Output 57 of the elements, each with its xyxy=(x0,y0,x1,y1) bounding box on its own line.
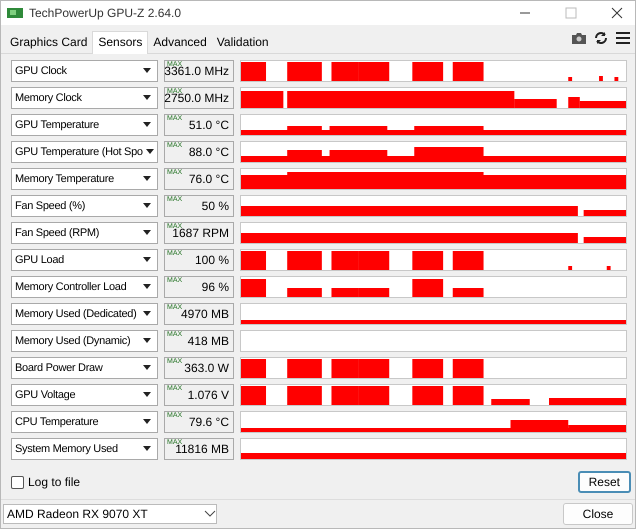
sensor-value: 96 % xyxy=(202,280,229,294)
checkbox-label: Log to file xyxy=(28,475,80,489)
dropdown-arrow-icon xyxy=(140,121,154,129)
sensor-dropdown[interactable]: Memory Clock xyxy=(11,87,158,109)
dropdown-arrow-icon xyxy=(140,229,154,237)
sensor-dropdown[interactable]: GPU Load xyxy=(11,249,158,271)
sensor-dropdown[interactable]: CPU Temperature xyxy=(11,411,158,433)
sensor-dropdown[interactable]: Memory Used (Dynamic) xyxy=(11,330,158,352)
maximize-icon xyxy=(565,7,577,19)
tab[interactable]: Graphics Card xyxy=(5,31,92,53)
menu-icon[interactable] xyxy=(615,31,631,45)
close-icon[interactable] xyxy=(611,7,623,19)
chevron-icon xyxy=(204,510,216,518)
sensor-value: 1.076 V xyxy=(188,388,229,402)
sensor-value: 50 % xyxy=(202,199,229,213)
camera-icon[interactable] xyxy=(571,31,587,45)
sensor-dropdown[interactable]: System Memory Used xyxy=(11,438,158,460)
dropdown-arrow-icon xyxy=(140,175,154,183)
sensor-value: 88.0 °C xyxy=(188,145,229,159)
dropdown-arrow-icon xyxy=(140,418,154,426)
dropdown-arrow-icon xyxy=(140,256,154,264)
tab[interactable]: Advanced xyxy=(148,31,212,53)
dropdown-arrow-icon xyxy=(140,94,154,102)
dropdown-arrow-icon xyxy=(140,445,154,453)
dropdown-arrow-icon xyxy=(140,202,154,210)
sensor-value: 76.0 °C xyxy=(188,172,229,186)
sensor-dropdown[interactable]: Memory Controller Load xyxy=(11,276,158,298)
dropdown-arrow-icon xyxy=(140,67,154,75)
tab[interactable]: Validation xyxy=(212,31,274,53)
gpu-dropdown[interactable]: AMD Radeon RX 9070 XT xyxy=(3,504,217,524)
dropdown-arrow-icon xyxy=(140,337,154,345)
checkbox[interactable] xyxy=(11,476,24,488)
dropdown-arrow-icon xyxy=(140,364,154,372)
sensor-dropdown[interactable]: Memory Used (Dedicated) xyxy=(11,303,158,325)
sensor-dropdown[interactable]: Memory Temperature xyxy=(11,168,158,190)
sensor-dropdown[interactable]: Fan Speed (RPM) xyxy=(11,222,158,244)
sensor-value: 100 % xyxy=(194,253,229,267)
sensor-value: 363.0 W xyxy=(184,361,229,375)
dropdown-arrow-icon xyxy=(140,310,154,318)
sensor-value: 51.0 °C xyxy=(188,118,229,132)
reset-button[interactable]: Reset xyxy=(578,471,631,493)
sensor-dropdown[interactable]: GPU Temperature xyxy=(11,114,158,136)
dropdown-arrow-icon xyxy=(140,283,154,291)
close-button[interactable]: Close xyxy=(563,503,633,525)
sensor-value: 4970 MB xyxy=(180,307,229,321)
sensor-dropdown[interactable]: GPU Voltage xyxy=(11,384,158,406)
sensor-dropdown[interactable]: GPU Temperature (Hot Spo xyxy=(11,141,158,163)
sensor-value: 79.6 °C xyxy=(188,415,229,429)
tab[interactable]: Sensors xyxy=(92,31,148,54)
refresh-icon[interactable] xyxy=(593,31,609,45)
sensor-dropdown[interactable]: Board Power Draw xyxy=(11,357,158,379)
sensor-dropdown[interactable]: Fan Speed (%) xyxy=(11,195,158,217)
app-icon xyxy=(7,7,23,19)
sensor-dropdown[interactable]: GPU Clock xyxy=(11,60,158,82)
sensor-value: 418 MB xyxy=(188,334,229,348)
dropdown-arrow-icon xyxy=(140,391,154,399)
window-title: TechPowerUp GPU-Z 2.64.0 xyxy=(29,6,182,20)
